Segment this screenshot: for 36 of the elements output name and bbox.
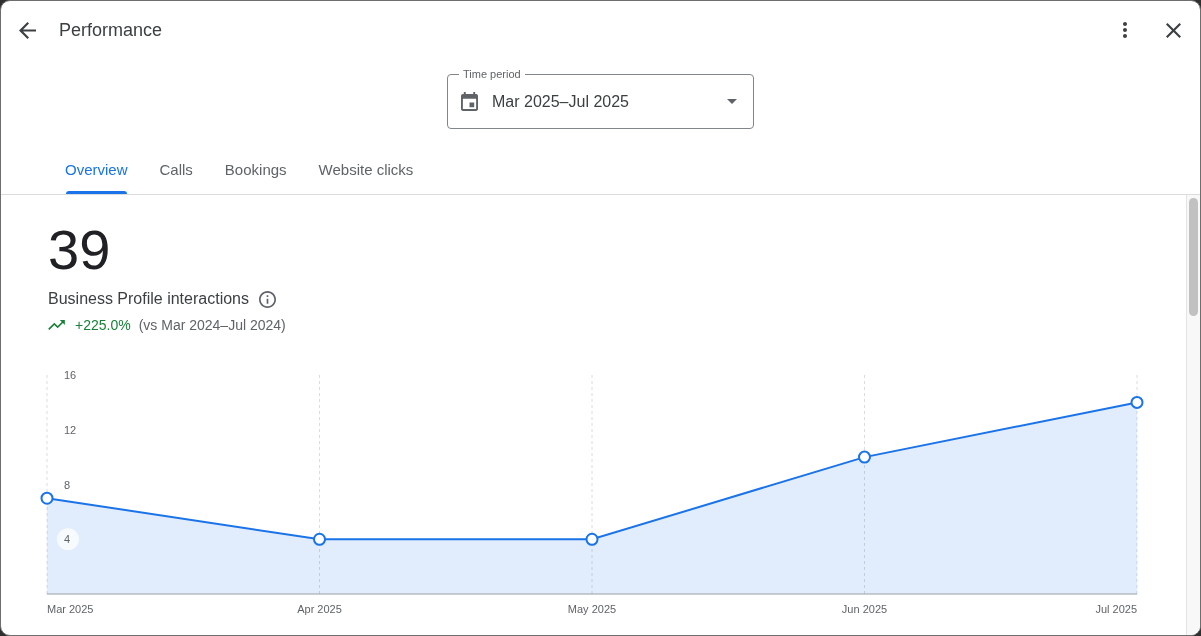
- tab[interactable]: Bookings: [208, 146, 303, 194]
- x-axis-label: May 2025: [567, 603, 617, 615]
- tab[interactable]: Overview: [49, 146, 144, 194]
- field-label: Time period: [459, 67, 525, 81]
- close-button[interactable]: [1166, 22, 1181, 38]
- y-axis-label: 8: [64, 478, 71, 491]
- data-point[interactable]: [313, 532, 326, 546]
- dropdown-caret-icon: [727, 99, 737, 104]
- tab[interactable]: Website clicks: [302, 146, 430, 194]
- y-axis-label: 16: [64, 369, 77, 381]
- y-axis-label: 4: [64, 533, 71, 546]
- info-icon[interactable]: [259, 290, 276, 308]
- back-button[interactable]: [19, 21, 36, 39]
- more-options-button[interactable]: [1123, 22, 1127, 38]
- tab[interactable]: Calls: [143, 146, 209, 194]
- arrow-left-icon: [19, 21, 36, 39]
- x-axis-label: Jun 2025: [841, 603, 888, 615]
- dialog-title: Performance: [59, 19, 163, 42]
- more-vert-icon: [1123, 22, 1127, 38]
- close-icon: [1166, 22, 1181, 38]
- selected-value: Mar 2025–Jul 2025: [492, 91, 629, 112]
- comparison-period: (vs Mar 2024–Jul 2024): [138, 316, 286, 335]
- total-count: 39: [48, 222, 111, 278]
- x-axis-label: Apr 2025: [297, 603, 342, 615]
- scrollbar-thumb[interactable]: [1189, 198, 1198, 316]
- data-point[interactable]: [40, 491, 54, 505]
- data-point[interactable]: [1130, 395, 1144, 409]
- trending-up-icon: [48, 320, 65, 330]
- metric-label: Business Profile interactions: [48, 289, 249, 309]
- data-point[interactable]: [585, 532, 599, 546]
- calendar-icon: [461, 92, 478, 111]
- y-axis-label: 12: [64, 423, 77, 436]
- x-axis-label: Jul 2025: [1095, 603, 1137, 615]
- x-axis-label: Mar 2025: [47, 603, 94, 615]
- change-percent: +225.0%: [75, 316, 131, 335]
- data-point[interactable]: [858, 450, 871, 464]
